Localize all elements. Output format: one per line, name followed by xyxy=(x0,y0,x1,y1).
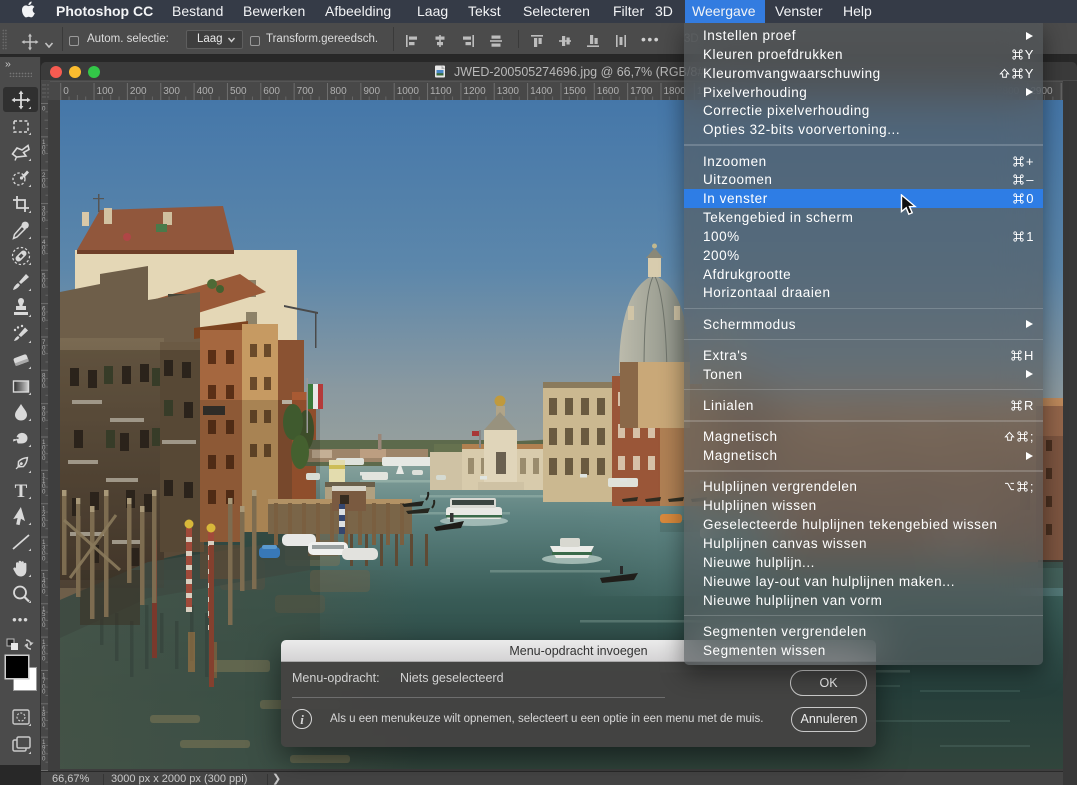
svg-text:0: 0 xyxy=(63,86,69,97)
svg-text:1800: 1800 xyxy=(664,86,687,97)
svg-text:0: 0 xyxy=(42,655,46,662)
svg-text:0: 0 xyxy=(42,106,46,113)
svg-text:0: 0 xyxy=(42,589,46,596)
svg-text:1400: 1400 xyxy=(530,86,553,97)
svg-text:0: 0 xyxy=(42,455,46,462)
svg-text:0: 0 xyxy=(42,689,46,696)
svg-text:0: 0 xyxy=(42,755,46,762)
svg-text:1600: 1600 xyxy=(597,86,620,97)
svg-text:1000: 1000 xyxy=(397,86,420,97)
svg-text:0: 0 xyxy=(42,722,46,729)
svg-text:1300: 1300 xyxy=(497,86,520,97)
svg-text:0: 0 xyxy=(42,489,46,496)
svg-text:1100: 1100 xyxy=(430,86,452,97)
svg-text:1200: 1200 xyxy=(463,86,486,97)
svg-text:0: 0 xyxy=(42,555,46,562)
svg-text:T: T xyxy=(14,481,27,502)
svg-text:1700: 1700 xyxy=(630,86,653,97)
svg-text:0: 0 xyxy=(42,622,46,629)
svg-text:1500: 1500 xyxy=(563,86,586,97)
svg-text:0: 0 xyxy=(42,522,46,529)
